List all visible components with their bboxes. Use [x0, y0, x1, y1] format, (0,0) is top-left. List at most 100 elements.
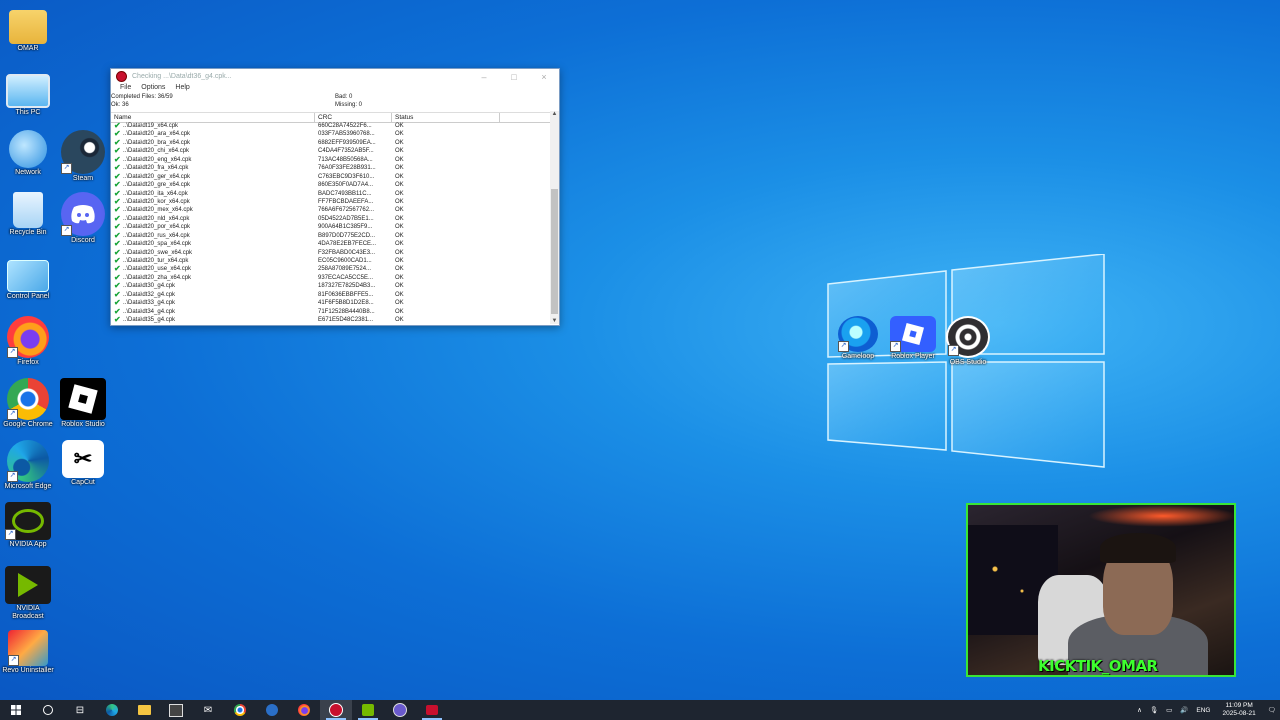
search-icon[interactable] — [32, 700, 64, 720]
row-status: OK — [395, 190, 404, 197]
table-row[interactable]: ✔ ..\Data\dt20_swe_x64.cpk F32FBABD0C43E3.… — [111, 248, 549, 257]
table-row[interactable]: ✔ ..\Data\dt20_spa_x64.cpk 4DA78E2EB7FECE.… — [111, 240, 549, 248]
desktop-icon-chrome[interactable]: ↗ Google Chrome — [0, 378, 56, 429]
desktop-icon-discord[interactable]: ↗ Discord — [55, 192, 111, 245]
table-row[interactable]: ✔ ..\Data\dt20_zha_x64.cpk 937ECACA5CC5E..… — [111, 273, 549, 282]
close-icon[interactable]: × — [529, 72, 559, 82]
start-icon[interactable] — [0, 700, 32, 720]
taskbar: ⊟ ✉ ∧ 🎙 ▭ 🔊 ENG 11:09 PM 2025-08-21 🗨 — [0, 700, 1280, 720]
table-row[interactable]: ✔ ..\Data\dt20_nld_x64.cpk 05D4522AD7B5E1.… — [111, 214, 549, 223]
vertical-scrollbar[interactable]: ▲ ▼ — [550, 111, 559, 324]
maximize-icon[interactable]: □ — [499, 72, 529, 82]
store-icon[interactable] — [160, 700, 192, 720]
row-name: ..\Data\dt20_ara_x64.cpk — [123, 131, 191, 138]
nvidia-icon[interactable] — [352, 700, 384, 720]
row-crc: 713AC48B50568A... — [318, 156, 373, 163]
desktop-icon-gameloop[interactable]: ↗ Gameloop — [830, 316, 886, 361]
desktop-icon-control-panel[interactable]: Control Panel — [0, 254, 56, 301]
table-row[interactable]: ✔ ..\Data\dt32_g4.cpk 81F0636EBBFFE5... OK — [111, 290, 549, 299]
row-crc: C763EBC9D3F610... — [318, 173, 375, 180]
task-view-icon[interactable]: ⊟ — [64, 700, 96, 720]
network-icon[interactable]: ▭ — [1166, 706, 1172, 714]
row-name: ..\Data\dt20_por_x64.cpk — [123, 224, 191, 231]
computer-icon — [6, 74, 50, 108]
roblox-studio-icon — [60, 378, 106, 420]
desktop-icon-steam[interactable]: ↗ Steam — [55, 130, 111, 183]
obs-icon[interactable] — [384, 700, 416, 720]
row-crc: EC05C9600CAD1... — [318, 258, 372, 264]
table-row[interactable]: ✔ ..\Data\dt20_tur_x64.cpk EC05C9600CAD1..… — [111, 257, 549, 265]
table-row[interactable]: ✔ ..\Data\dt20_fra_x64.cpk 76A0F33FE28B931… — [111, 164, 549, 172]
row-crc: 41F6F5B8D1D2E8... — [318, 300, 374, 307]
row-name: ..\Data\dt20_zha_x64.cpk — [123, 274, 192, 281]
menu-options[interactable]: Options — [141, 84, 165, 94]
chrome-icon[interactable] — [224, 700, 256, 720]
column-header-status[interactable]: Status — [392, 113, 413, 122]
file-explorer-icon[interactable] — [128, 700, 160, 720]
steam-icon[interactable] — [256, 700, 288, 720]
desktop-icon-network[interactable]: Network — [0, 130, 56, 177]
desktop-icon-nvidia-broadcast[interactable]: NVIDIA Broadcast — [0, 566, 56, 621]
table-row[interactable]: ✔ ..\Data\dt20_ita_x64.cpk BADC7493BB11C..… — [111, 189, 549, 198]
row-status: OK — [395, 207, 404, 214]
desktop-icon-roblox-studio[interactable]: Roblox Studio — [55, 378, 111, 429]
window-titlebar[interactable]: Checking ...\Data\dt36_g4.cpk... – □ × — [111, 69, 559, 84]
desktop-icon-omar[interactable]: OMAR — [0, 6, 56, 53]
firefox-icon[interactable] — [288, 700, 320, 720]
network-icon — [9, 130, 47, 168]
pes-checker-icon[interactable] — [320, 700, 352, 720]
discord-icon: ↗ — [61, 192, 105, 236]
menu-help[interactable]: Help — [175, 84, 189, 94]
desktop-icon-nvidia-app[interactable]: ↗ NVIDIA App — [0, 502, 56, 549]
volume-icon[interactable]: 🔊 — [1180, 706, 1188, 714]
desktop-icon-capcut[interactable]: ✂ CapCut — [55, 440, 111, 487]
microphone-icon[interactable]: 🎙 — [1150, 706, 1158, 714]
table-row[interactable]: ✔ ..\Data\dt35_g4.cpk E671E5D48C2381... OK — [111, 316, 549, 324]
table-row[interactable]: ✔ ..\Data\dt20_ara_x64.cpk 033F7AB53960768… — [111, 130, 549, 138]
notification-icon[interactable]: 🗨 — [1268, 706, 1276, 714]
scroll-thumb[interactable] — [551, 189, 558, 314]
table-row[interactable]: ✔ ..\Data\dt34_g4.cpk 71F12528B4440B8... OK — [111, 307, 549, 316]
scroll-up-icon[interactable]: ▲ — [550, 111, 559, 117]
edge-icon[interactable] — [96, 700, 128, 720]
system-tray: ∧ 🎙 ▭ 🔊 ENG 11:09 PM 2025-08-21 🗨 — [1133, 700, 1280, 720]
row-status: OK — [395, 266, 404, 273]
chevron-up-icon[interactable]: ∧ — [1137, 706, 1142, 714]
menu-file[interactable]: File — [120, 84, 131, 94]
desktop-icon-firefox[interactable]: ↗ Firefox — [0, 316, 56, 367]
desktop-icon-obs[interactable]: ↗ OBS Studio — [940, 316, 996, 367]
table-row[interactable]: ✔ ..\Data\dt20_bra_x64.cpk 6882EFF939509EA… — [111, 138, 549, 147]
desktop-icon-roblox-player[interactable]: ↗ Roblox Player — [885, 316, 941, 361]
column-header-name[interactable]: Name — [111, 113, 131, 122]
table-row[interactable]: ✔ ..\Data\dt20_kor_x64.cpk FF7FBCBDAEEFA..… — [111, 197, 549, 206]
desktop-icon-edge[interactable]: ↗ Microsoft Edge — [0, 440, 56, 491]
scroll-down-icon[interactable]: ▼ — [550, 318, 559, 324]
table-row[interactable]: ✔ ..\Data\dt33_g4.cpk 41F6F5B8D1D2E8... OK — [111, 299, 549, 307]
table-row[interactable]: ✔ ..\Data\dt20_eng_x64.cpk 713AC48B50568A.… — [111, 155, 549, 164]
table-row[interactable]: ✔ ..\Data\dt20_por_x64.cpk 900A64B1C385F9.… — [111, 223, 549, 231]
table-row[interactable]: ✔ ..\Data\dt19_x64.cpk 660C28A74522F6... OK — [111, 122, 549, 130]
clock-date: 2025-08-21 — [1222, 710, 1256, 717]
pes-icon[interactable] — [416, 700, 448, 720]
row-name: ..\Data\dt20_ger_x64.cpk — [123, 173, 191, 180]
clock[interactable]: 11:09 PM 2025-08-21 — [1222, 702, 1255, 718]
file-checker-window[interactable]: Checking ...\Data\dt36_g4.cpk... – □ × F… — [110, 68, 560, 326]
table-row[interactable]: ✔ ..\Data\dt20_chi_x64.cpk C4DA4F7352AB5F.… — [111, 147, 549, 155]
desktop-icon-recycle-bin[interactable]: Recycle Bin — [0, 192, 56, 237]
table-row[interactable]: ✔ ..\Data\dt20_gre_x64.cpk 860E350F0AD7A4.… — [111, 181, 549, 189]
desktop-icon-revo-uninstaller[interactable]: ↗ Revo Uninstaller — [0, 630, 56, 675]
file-list[interactable]: ✔ ..\Data\dt19_x64.cpk 660C28A74522F6... OK… — [111, 122, 549, 324]
table-row[interactable]: ✔ ..\Data\dt20_mex_x64.cpk 766A6F672567762… — [111, 206, 549, 214]
minimize-icon[interactable]: – — [469, 72, 499, 82]
table-row[interactable]: ✔ ..\Data\dt20_use_x64.cpk 258A87089E7524.… — [111, 265, 549, 273]
column-header-crc[interactable]: CRC — [315, 113, 332, 122]
table-row[interactable]: ✔ ..\Data\dt20_ger_x64.cpk C763EBC9D3F610.… — [111, 172, 549, 181]
mail-icon[interactable]: ✉ — [192, 700, 224, 720]
table-row[interactable]: ✔ ..\Data\dt20_rus_x64.cpk B897D0D775E2CD.… — [111, 231, 549, 240]
table-row[interactable]: ✔ ..\Data\dt30_g4.cpk 187327E7825D4B3... OK — [111, 282, 549, 290]
desktop-icon-label: NVIDIA Broadcast — [12, 605, 44, 620]
language-indicator[interactable]: ENG — [1196, 707, 1210, 714]
desktop-icon-label: NVIDIA App — [9, 541, 47, 548]
row-crc: F32FBABD0C43E3... — [318, 249, 376, 256]
desktop-icon-this-pc[interactable]: This PC — [0, 68, 56, 117]
